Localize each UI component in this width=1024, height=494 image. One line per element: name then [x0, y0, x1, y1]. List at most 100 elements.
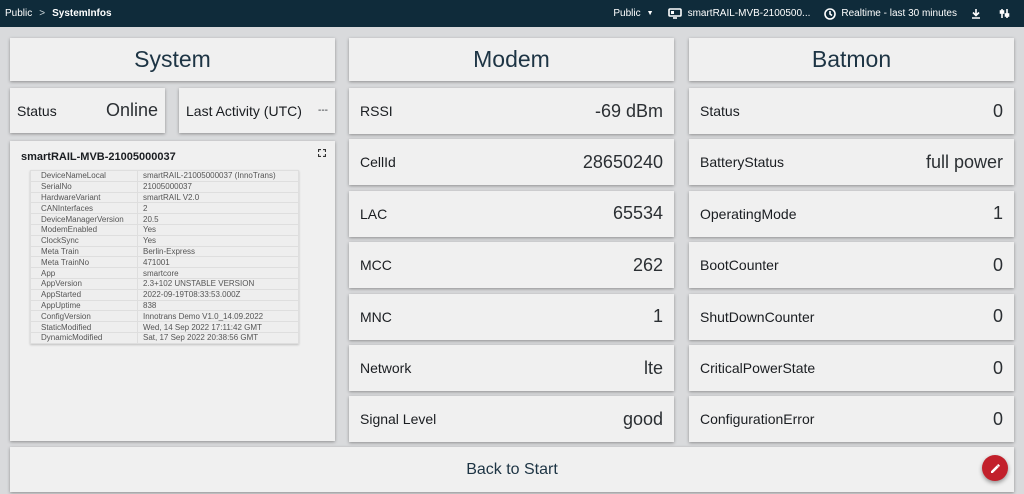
system-status-card: Status Online	[10, 88, 165, 133]
batmon-metric-card: Status 0	[689, 88, 1014, 134]
batmon-metric-label: BatteryStatus	[700, 154, 785, 171]
modem-metric-card: RSSI -69 dBm	[349, 88, 674, 134]
back-to-start-label: Back to Start	[466, 460, 558, 478]
pencil-icon	[990, 463, 1000, 473]
modem-metric-label: Signal Level	[360, 411, 437, 428]
batmon-metric-label: ShutDownCounter	[700, 308, 815, 325]
modem-metric-card: Network lte	[349, 345, 674, 391]
info-row: DynamicModified Sat, 17 Sep 2022 20:38:56…	[30, 331, 299, 344]
last-activity-value: ---	[318, 105, 328, 116]
modem-metric-label: MCC	[360, 257, 392, 274]
info-key: DynamicModified	[30, 331, 138, 344]
info-row: DeviceNameLocal smartRAIL-21005000037 (In…	[30, 170, 299, 182]
info-key: CANInterfaces	[30, 202, 138, 215]
settings-button[interactable]	[999, 8, 1010, 19]
device-info-card: smartRAIL-MVB-21005000037 DeviceNameLoca…	[10, 141, 335, 441]
top-bar: Public > SystemInfos Public ▼ smartRAIL-…	[0, 0, 1024, 27]
clock-icon	[824, 7, 837, 20]
device-select[interactable]: smartRAIL-MVB-2100500...	[667, 8, 810, 19]
modem-metric-label: Network	[360, 360, 412, 376]
info-key: HardwareVariant	[30, 191, 138, 204]
info-value: 838	[137, 299, 299, 312]
info-row: CANInterfaces 2	[30, 202, 299, 215]
monitor-icon	[667, 8, 682, 19]
info-value: 20.5	[137, 213, 299, 225]
info-row: ModemEnabled Yes	[30, 223, 299, 236]
info-key: StaticModified	[30, 321, 138, 333]
batmon-metric-label: OperatingMode	[700, 205, 797, 222]
batmon-metric-value: 0	[992, 306, 1003, 327]
info-key: AppUptime	[30, 299, 138, 312]
info-value: 2022-09-19T08:33:53.000Z	[137, 288, 299, 301]
info-key: AppVersion	[30, 277, 138, 290]
batmon-metric-value: 0	[992, 100, 1003, 121]
system-header-text: System	[134, 46, 211, 72]
modem-metric-value: 1	[652, 306, 663, 327]
system-status-value: Online	[105, 100, 158, 120]
chevron-down-icon: ▼	[646, 10, 654, 17]
batmon-metric-value: 1	[992, 203, 1003, 224]
download-button[interactable]	[971, 8, 981, 19]
modem-metric-card: MNC 1	[349, 293, 674, 340]
batmon-metric-value: 0	[992, 254, 1003, 275]
modem-metric-value: good	[622, 408, 663, 429]
info-row: DeviceManagerVersion 20.5	[30, 213, 299, 225]
info-value: smartRAIL-21005000037 (InnoTrans)	[137, 170, 299, 182]
batmon-metric-card: OperatingMode 1	[689, 190, 1014, 237]
info-value: Yes	[137, 223, 299, 236]
info-value: 2.3+102 UNSTABLE VERSION	[137, 277, 299, 290]
info-row: StaticModified Wed, 14 Sep 2022 17:11:42 …	[30, 321, 299, 333]
info-row: AppUptime 838	[30, 299, 299, 312]
info-row: ConfigVersion Innotrans Demo V1.0_14.09.2…	[30, 310, 299, 323]
info-row: ClockSync Yes	[30, 234, 299, 247]
modem-metric-label: MNC	[360, 308, 392, 325]
info-key: ConfigVersion	[30, 310, 138, 323]
batmon-header-text: Batmon	[811, 46, 892, 72]
info-key: Meta Train	[30, 245, 138, 258]
info-key: Meta TrainNo	[30, 256, 138, 269]
modem-metric-value: lte	[643, 357, 663, 378]
batmon-header: Batmon	[689, 38, 1014, 81]
info-row: SerialNo 21005000037	[30, 180, 299, 193]
batmon-metric-card: BatteryStatus full power	[689, 139, 1014, 186]
expand-icon[interactable]	[318, 149, 326, 157]
batmon-metric-card: CriticalPowerState 0	[689, 345, 1014, 391]
modem-header-text: Modem	[473, 46, 550, 72]
modem-metric-value: 65534	[612, 203, 663, 224]
device-info-table: DeviceNameLocal smartRAIL-21005000037 (In…	[30, 170, 299, 344]
info-value: Innotrans Demo V1.0_14.09.2022	[137, 310, 299, 323]
breadcrumb-root[interactable]: Public	[5, 8, 32, 19]
info-value: 471001	[137, 256, 299, 269]
breadcrumb-current: SystemInfos	[52, 8, 112, 19]
info-row: Meta TrainNo 471001	[30, 256, 299, 269]
scope-value: Public	[613, 8, 641, 19]
batmon-metric-value: full power	[925, 151, 1003, 172]
modem-metric-card: CellId 28650240	[349, 139, 674, 186]
scope-select[interactable]: Public ▼	[613, 8, 653, 19]
modem-metric-value: 28650240	[582, 151, 663, 172]
modem-metric-card: LAC 65534	[349, 190, 674, 237]
edit-button[interactable]	[982, 455, 1008, 481]
info-key: ClockSync	[30, 234, 138, 247]
back-to-start-button[interactable]: Back to Start	[10, 447, 1014, 492]
info-key: SerialNo	[30, 180, 138, 193]
batmon-metric-label: Status	[700, 103, 740, 119]
info-row: HardwareVariant smartRAIL V2.0	[30, 191, 299, 204]
batmon-metric-label: CriticalPowerState	[700, 360, 816, 376]
info-value: 21005000037	[137, 180, 299, 193]
batmon-metric-card: ShutDownCounter 0	[689, 293, 1014, 340]
modem-metric-label: CellId	[360, 154, 396, 171]
info-key: AppStarted	[30, 288, 138, 301]
timerange-select[interactable]: Realtime - last 30 minutes	[824, 7, 957, 20]
info-value: Berlin-Express	[137, 245, 299, 258]
batmon-metric-label: BootCounter	[700, 257, 779, 274]
modem-metric-card: Signal Level good	[349, 396, 674, 443]
modem-metric-value: 262	[632, 254, 663, 275]
batmon-metric-card: ConfigurationError 0	[689, 396, 1014, 443]
breadcrumb: Public > SystemInfos	[0, 8, 112, 19]
system-header: System	[10, 38, 335, 81]
info-value: smartRAIL V2.0	[137, 191, 299, 204]
modem-metric-value: -69 dBm	[594, 100, 663, 121]
breadcrumb-separator: >	[39, 8, 46, 19]
info-value: Wed, 14 Sep 2022 17:11:42 GMT	[137, 321, 299, 333]
